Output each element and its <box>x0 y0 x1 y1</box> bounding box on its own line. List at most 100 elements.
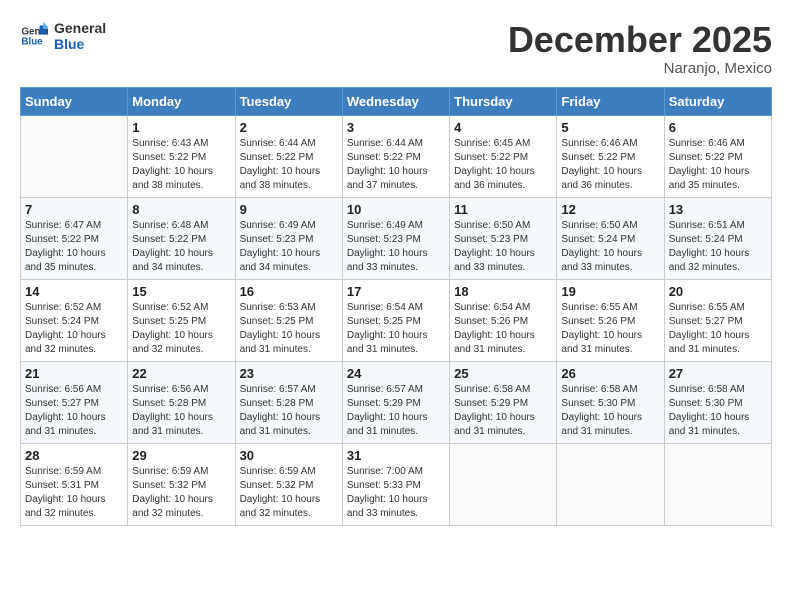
day-info: Sunrise: 6:47 AM Sunset: 5:22 PM Dayligh… <box>25 219 123 275</box>
calendar-cell: 31 Sunrise: 7:00 AM Sunset: 5:33 PM Dayli… <box>342 443 449 525</box>
weekday-header: Tuesday <box>235 87 342 115</box>
day-info: Sunrise: 6:45 AM Sunset: 5:22 PM Dayligh… <box>454 137 552 193</box>
calendar-cell: 12Sunrise: 6:50 AM Sunset: 5:24 PM Dayli… <box>557 197 664 279</box>
day-info: Sunrise: 6:54 AM Sunset: 5:25 PM Dayligh… <box>347 301 445 357</box>
day-info: Sunrise: 6:48 AM Sunset: 5:22 PM Dayligh… <box>132 219 230 275</box>
day-info: Sunrise: 6:54 AM Sunset: 5:26 PM Dayligh… <box>454 301 552 357</box>
day-info: Sunrise: 6:59 AM Sunset: 5:32 PM Dayligh… <box>132 465 230 521</box>
logo-line2: Blue <box>54 36 106 52</box>
day-number: 16 <box>240 284 338 299</box>
calendar-cell: 7Sunrise: 6:47 AM Sunset: 5:22 PM Daylig… <box>21 197 128 279</box>
weekday-header: Sunday <box>21 87 128 115</box>
day-info: Sunrise: 6:55 AM Sunset: 5:27 PM Dayligh… <box>669 301 767 357</box>
day-info: Sunrise: 6:52 AM Sunset: 5:24 PM Dayligh… <box>25 301 123 357</box>
day-number: 15 <box>132 284 230 299</box>
day-number: 4 <box>454 120 552 135</box>
calendar-week-row: 21 Sunrise: 6:56 AM Sunset: 5:27 PM Dayli… <box>21 361 772 443</box>
day-number: 20 <box>669 284 767 299</box>
day-info: Sunrise: 6:49 AM Sunset: 5:23 PM Dayligh… <box>240 219 338 275</box>
day-info: Sunrise: 6:50 AM Sunset: 5:23 PM Dayligh… <box>454 219 552 275</box>
day-number: 19 <box>561 284 659 299</box>
day-number: 17 <box>347 284 445 299</box>
day-number: 2 <box>240 120 338 135</box>
calendar-cell: 16Sunrise: 6:53 AM Sunset: 5:25 PM Dayli… <box>235 279 342 361</box>
calendar-cell <box>21 115 128 197</box>
title-block: December 2025 Naranjo, Mexico <box>508 20 772 77</box>
day-number: 24 <box>347 366 445 381</box>
calendar-cell: 13 Sunrise: 6:51 AM Sunset: 5:24 PM Dayli… <box>664 197 771 279</box>
day-info: Sunrise: 6:58 AM Sunset: 5:30 PM Dayligh… <box>669 383 767 439</box>
day-number: 30 <box>240 448 338 463</box>
calendar-week-row: 1 Sunrise: 6:43 AM Sunset: 5:22 PM Daylig… <box>21 115 772 197</box>
day-number: 1 <box>132 120 230 135</box>
day-info: Sunrise: 6:57 AM Sunset: 5:28 PM Dayligh… <box>240 383 338 439</box>
day-number: 5 <box>561 120 659 135</box>
day-number: 29 <box>132 448 230 463</box>
location: Naranjo, Mexico <box>508 60 772 77</box>
day-number: 9 <box>240 202 338 217</box>
calendar-cell: 3Sunrise: 6:44 AM Sunset: 5:22 PM Daylig… <box>342 115 449 197</box>
day-number: 14 <box>25 284 123 299</box>
logo: General Blue General Blue <box>20 20 106 52</box>
calendar-table: SundayMondayTuesdayWednesdayThursdayFrid… <box>20 87 772 526</box>
day-info: Sunrise: 6:51 AM Sunset: 5:24 PM Dayligh… <box>669 219 767 275</box>
calendar-cell: 17 Sunrise: 6:54 AM Sunset: 5:25 PM Dayli… <box>342 279 449 361</box>
day-info: Sunrise: 6:59 AM Sunset: 5:32 PM Dayligh… <box>240 465 338 521</box>
calendar-cell: 23Sunrise: 6:57 AM Sunset: 5:28 PM Dayli… <box>235 361 342 443</box>
calendar-week-row: 28 Sunrise: 6:59 AM Sunset: 5:31 PM Dayli… <box>21 443 772 525</box>
day-info: Sunrise: 6:49 AM Sunset: 5:23 PM Dayligh… <box>347 219 445 275</box>
day-info: Sunrise: 7:00 AM Sunset: 5:33 PM Dayligh… <box>347 465 445 521</box>
day-number: 28 <box>25 448 123 463</box>
day-number: 10 <box>347 202 445 217</box>
logo-icon: General Blue <box>20 22 48 50</box>
day-number: 25 <box>454 366 552 381</box>
day-number: 18 <box>454 284 552 299</box>
calendar-cell: 30 Sunrise: 6:59 AM Sunset: 5:32 PM Dayli… <box>235 443 342 525</box>
day-info: Sunrise: 6:56 AM Sunset: 5:27 PM Dayligh… <box>25 383 123 439</box>
day-number: 13 <box>669 202 767 217</box>
calendar-cell: 29 Sunrise: 6:59 AM Sunset: 5:32 PM Dayli… <box>128 443 235 525</box>
day-number: 22 <box>132 366 230 381</box>
day-info: Sunrise: 6:57 AM Sunset: 5:29 PM Dayligh… <box>347 383 445 439</box>
day-info: Sunrise: 6:44 AM Sunset: 5:22 PM Dayligh… <box>240 137 338 193</box>
calendar-cell: 26Sunrise: 6:58 AM Sunset: 5:30 PM Dayli… <box>557 361 664 443</box>
day-number: 21 <box>25 366 123 381</box>
day-number: 31 <box>347 448 445 463</box>
day-info: Sunrise: 6:55 AM Sunset: 5:26 PM Dayligh… <box>561 301 659 357</box>
calendar-cell: 9 Sunrise: 6:49 AM Sunset: 5:23 PM Daylig… <box>235 197 342 279</box>
day-info: Sunrise: 6:52 AM Sunset: 5:25 PM Dayligh… <box>132 301 230 357</box>
calendar-cell <box>450 443 557 525</box>
weekday-header: Friday <box>557 87 664 115</box>
day-info: Sunrise: 6:56 AM Sunset: 5:28 PM Dayligh… <box>132 383 230 439</box>
day-number: 26 <box>561 366 659 381</box>
calendar-cell: 2 Sunrise: 6:44 AM Sunset: 5:22 PM Daylig… <box>235 115 342 197</box>
calendar-cell: 5 Sunrise: 6:46 AM Sunset: 5:22 PM Daylig… <box>557 115 664 197</box>
weekday-row: SundayMondayTuesdayWednesdayThursdayFrid… <box>21 87 772 115</box>
calendar-cell: 14 Sunrise: 6:52 AM Sunset: 5:24 PM Dayli… <box>21 279 128 361</box>
calendar-cell: 4 Sunrise: 6:45 AM Sunset: 5:22 PM Daylig… <box>450 115 557 197</box>
calendar-cell: 8 Sunrise: 6:48 AM Sunset: 5:22 PM Daylig… <box>128 197 235 279</box>
calendar-cell: 18 Sunrise: 6:54 AM Sunset: 5:26 PM Dayli… <box>450 279 557 361</box>
day-number: 11 <box>454 202 552 217</box>
calendar-week-row: 14 Sunrise: 6:52 AM Sunset: 5:24 PM Dayli… <box>21 279 772 361</box>
calendar-week-row: 7Sunrise: 6:47 AM Sunset: 5:22 PM Daylig… <box>21 197 772 279</box>
page-header: General Blue General Blue December 2025 … <box>20 20 772 77</box>
svg-text:Blue: Blue <box>21 36 43 47</box>
day-info: Sunrise: 6:46 AM Sunset: 5:22 PM Dayligh… <box>561 137 659 193</box>
day-number: 6 <box>669 120 767 135</box>
logo-line1: General <box>54 20 106 36</box>
weekday-header: Thursday <box>450 87 557 115</box>
day-info: Sunrise: 6:59 AM Sunset: 5:31 PM Dayligh… <box>25 465 123 521</box>
calendar-cell: 1 Sunrise: 6:43 AM Sunset: 5:22 PM Daylig… <box>128 115 235 197</box>
calendar-cell: 27Sunrise: 6:58 AM Sunset: 5:30 PM Dayli… <box>664 361 771 443</box>
day-number: 8 <box>132 202 230 217</box>
day-info: Sunrise: 6:43 AM Sunset: 5:22 PM Dayligh… <box>132 137 230 193</box>
day-number: 12 <box>561 202 659 217</box>
weekday-header: Wednesday <box>342 87 449 115</box>
calendar-cell: 28 Sunrise: 6:59 AM Sunset: 5:31 PM Dayli… <box>21 443 128 525</box>
calendar-cell: 11 Sunrise: 6:50 AM Sunset: 5:23 PM Dayli… <box>450 197 557 279</box>
calendar-cell: 25Sunrise: 6:58 AM Sunset: 5:29 PM Dayli… <box>450 361 557 443</box>
day-number: 3 <box>347 120 445 135</box>
calendar-cell: 24 Sunrise: 6:57 AM Sunset: 5:29 PM Dayli… <box>342 361 449 443</box>
calendar-cell: 20 Sunrise: 6:55 AM Sunset: 5:27 PM Dayli… <box>664 279 771 361</box>
